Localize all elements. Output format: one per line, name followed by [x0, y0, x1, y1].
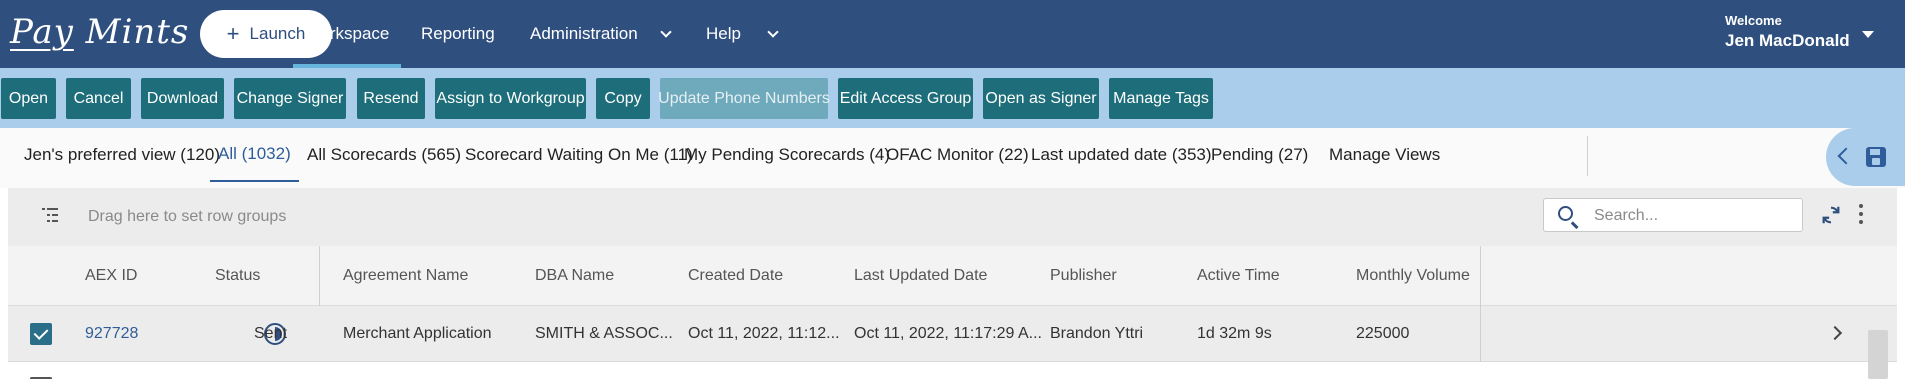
update-phone-numbers-button[interactable]: Update Phone Numbers — [658, 78, 830, 119]
caret-down-icon[interactable] — [1862, 31, 1874, 38]
grid-header: AEX ID Status Agreement Name DBA Name Cr… — [8, 246, 1897, 306]
row-checkbox[interactable] — [30, 323, 52, 345]
open-as-signer-button[interactable]: Open as Signer — [983, 78, 1099, 119]
action-toolbar: Open Cancel Download Change Signer Resen… — [0, 68, 1905, 128]
active-time-cell: 1d 32m 9s — [1197, 325, 1272, 342]
refresh-icon[interactable] — [1820, 204, 1842, 226]
save-icon[interactable] — [1866, 147, 1886, 167]
search-icon — [1558, 206, 1573, 221]
tab-all-scorecards[interactable]: All Scorecards (565) — [307, 128, 461, 182]
user-name: Jen MacDonald — [1725, 31, 1850, 50]
resend-button[interactable]: Resend — [357, 78, 425, 119]
copy-button[interactable]: Copy — [596, 78, 650, 119]
column-header-created-date[interactable]: Created Date — [688, 246, 783, 306]
column-header-last-updated-date[interactable]: Last Updated Date — [854, 246, 987, 306]
status-cell: Sent — [254, 325, 287, 342]
user-menu[interactable]: Welcome Jen MacDonald — [1725, 13, 1850, 51]
aex-id-link[interactable]: 927728 — [85, 306, 138, 362]
column-header-active-time[interactable]: Active Time — [1197, 246, 1280, 306]
tab-preferred-view[interactable]: Jen's preferred view (120) — [24, 128, 220, 182]
column-header-dba-name[interactable]: DBA Name — [535, 246, 614, 306]
nav-administration[interactable]: Administration — [530, 0, 672, 68]
tab-ofac-monitor[interactable]: OFAC Monitor (22) — [886, 128, 1029, 182]
tab-scorecard-waiting[interactable]: Scorecard Waiting On Me (11) — [465, 128, 693, 182]
column-header-monthly-volume[interactable]: Monthly Volume — [1356, 246, 1470, 306]
column-header-agreement-name[interactable]: Agreement Name — [343, 246, 468, 306]
vertical-scrollbar[interactable] — [1868, 330, 1888, 379]
download-button[interactable]: Download — [141, 78, 224, 119]
manage-views-link[interactable]: Manage Views — [1329, 128, 1440, 182]
monthly-volume-cell: 225000 — [1356, 325, 1410, 342]
welcome-label: Welcome — [1725, 13, 1782, 28]
change-signer-button[interactable]: Change Signer — [234, 78, 346, 119]
search-input[interactable] — [1594, 205, 1794, 227]
row-group-placeholder: Drag here to set row groups — [88, 208, 287, 225]
assign-workgroup-button[interactable]: Assign to Workgroup — [435, 78, 586, 119]
column-header-aex-id[interactable]: AEX ID — [85, 246, 137, 306]
agreement-name-cell: Merchant Application — [343, 325, 492, 342]
nav-reporting[interactable]: Reporting — [421, 0, 495, 68]
tab-last-updated-date[interactable]: Last updated date (353) — [1031, 128, 1212, 182]
nav-help[interactable]: Help — [706, 0, 779, 68]
tab-my-pending-scorecards[interactable]: My Pending Scorecards (4) — [684, 128, 890, 182]
last-updated-date-cell: Oct 11, 2022, 11:17:29 A... — [854, 325, 1042, 342]
column-header-status[interactable]: Status — [215, 246, 260, 306]
pinned-right-divider — [1480, 246, 1481, 362]
publisher-cell: Brandon Yttri — [1050, 325, 1144, 342]
row-group-icon[interactable] — [42, 208, 58, 222]
app-logo[interactable]: Pay Mints — [10, 12, 189, 52]
top-navigation: Pay Mints + Launch Workspace Reporting A… — [0, 0, 1905, 68]
chevron-down-icon — [767, 25, 779, 38]
more-vertical-icon[interactable] — [1858, 204, 1864, 226]
open-button[interactable]: Open — [1, 78, 56, 119]
manage-tags-button[interactable]: Manage Tags — [1109, 78, 1213, 119]
search-box[interactable] — [1543, 198, 1803, 232]
chevron-right-icon[interactable] — [1827, 325, 1843, 341]
nav-reporting-label: Reporting — [421, 24, 495, 43]
views-tabbar: Jen's preferred view (120) All (1032) Al… — [0, 128, 1905, 188]
nav-help-label: Help — [706, 24, 741, 43]
column-header-publisher[interactable]: Publisher — [1050, 246, 1117, 306]
tab-pending[interactable]: Pending (27) — [1211, 128, 1308, 182]
row-group-bar: Drag here to set row groups — [8, 188, 1897, 246]
cancel-button[interactable]: Cancel — [66, 78, 131, 119]
chevron-down-icon — [660, 25, 672, 38]
nav-workspace-label: Workspace — [304, 24, 390, 43]
logo-text-mints: Mints — [85, 12, 190, 52]
nav-administration-label: Administration — [530, 24, 638, 43]
dba-name-cell: SMITH & ASSOC... — [535, 325, 673, 342]
logo-text-pay: Pay — [10, 12, 74, 52]
table-row[interactable]: 927728 Sent Merchant Application SMITH &… — [8, 306, 1897, 362]
table-row[interactable] — [8, 362, 1897, 379]
plus-icon: + — [226, 21, 240, 46]
nav-workspace[interactable]: Workspace — [293, 0, 401, 68]
edit-access-group-button[interactable]: Edit Access Group — [838, 78, 973, 119]
tab-all[interactable]: All (1032) — [210, 128, 299, 182]
tabs-divider — [1587, 136, 1588, 176]
created-date-cell: Oct 11, 2022, 11:12... — [688, 325, 840, 342]
